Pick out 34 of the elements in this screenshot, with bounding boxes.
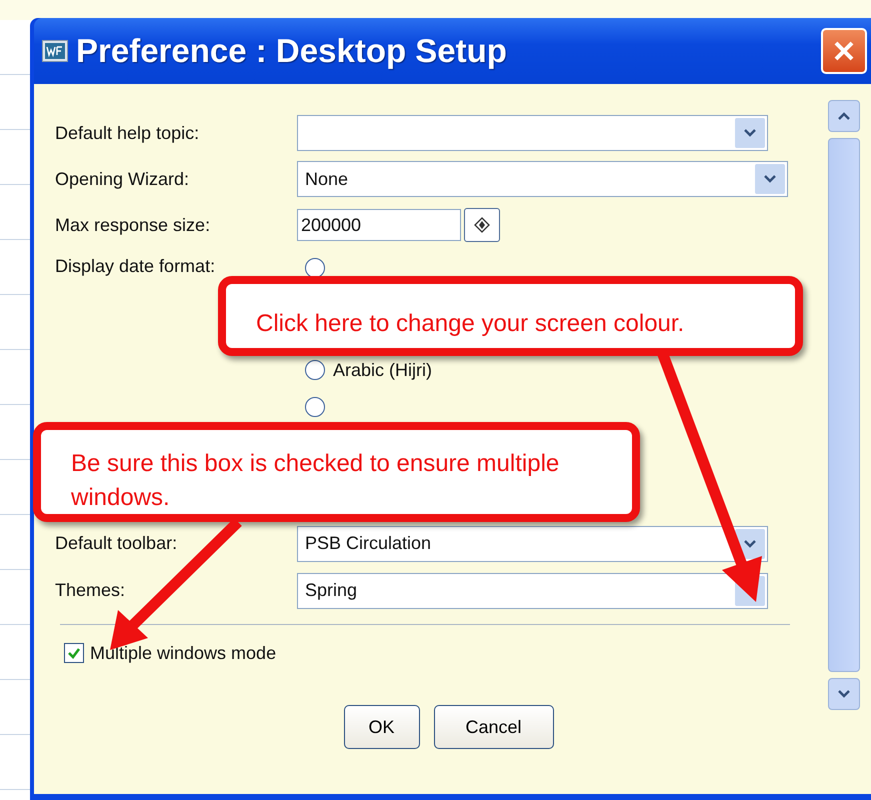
field-label: Max response size: <box>55 214 212 236</box>
callout-text: Click here to change your screen colour. <box>256 310 684 337</box>
radio-button[interactable] <box>305 397 325 417</box>
radio-button[interactable] <box>305 360 325 380</box>
app-icon <box>42 40 68 62</box>
spinner-icon <box>473 216 491 234</box>
radio-label: Arabic (Hijri) <box>333 360 432 380</box>
callout-text: Be sure this box is checked to ensure multiple windows. <box>71 450 560 511</box>
scrollbar[interactable] <box>828 100 862 710</box>
scrollbar-thumb[interactable] <box>828 138 860 672</box>
dialog-button[interactable]: Cancel <box>434 705 554 749</box>
dropdown-field[interactable]: None <box>297 161 788 197</box>
scroll-down-icon[interactable] <box>828 678 860 710</box>
close-button[interactable] <box>821 28 867 74</box>
field-label: Default toolbar: <box>55 533 178 554</box>
checkbox[interactable] <box>64 643 84 663</box>
field-label: Default help topic: <box>55 122 200 144</box>
close-icon <box>833 40 855 62</box>
field-label: Opening Wizard: <box>55 168 190 190</box>
input-field[interactable]: 200000 <box>297 209 461 241</box>
radio-button[interactable] <box>305 258 325 278</box>
dropdown-field[interactable]: PSB Circulation <box>297 526 768 562</box>
dropdown-caret-icon <box>735 118 765 148</box>
window-title: Preference : Desktop Setup <box>76 32 508 70</box>
dialog-button[interactable]: OK <box>344 705 420 749</box>
field-label: Themes: <box>55 580 126 601</box>
check-icon <box>67 646 81 660</box>
dropdown-field[interactable] <box>297 115 768 151</box>
spinner-button[interactable] <box>464 208 500 242</box>
scroll-up-icon[interactable] <box>828 100 860 132</box>
dropdown-caret-icon <box>755 164 785 194</box>
checkbox-label: Multiple windows mode <box>90 642 276 664</box>
dropdown-field[interactable]: Spring <box>297 572 768 608</box>
field-label: Display date format: <box>55 256 216 277</box>
